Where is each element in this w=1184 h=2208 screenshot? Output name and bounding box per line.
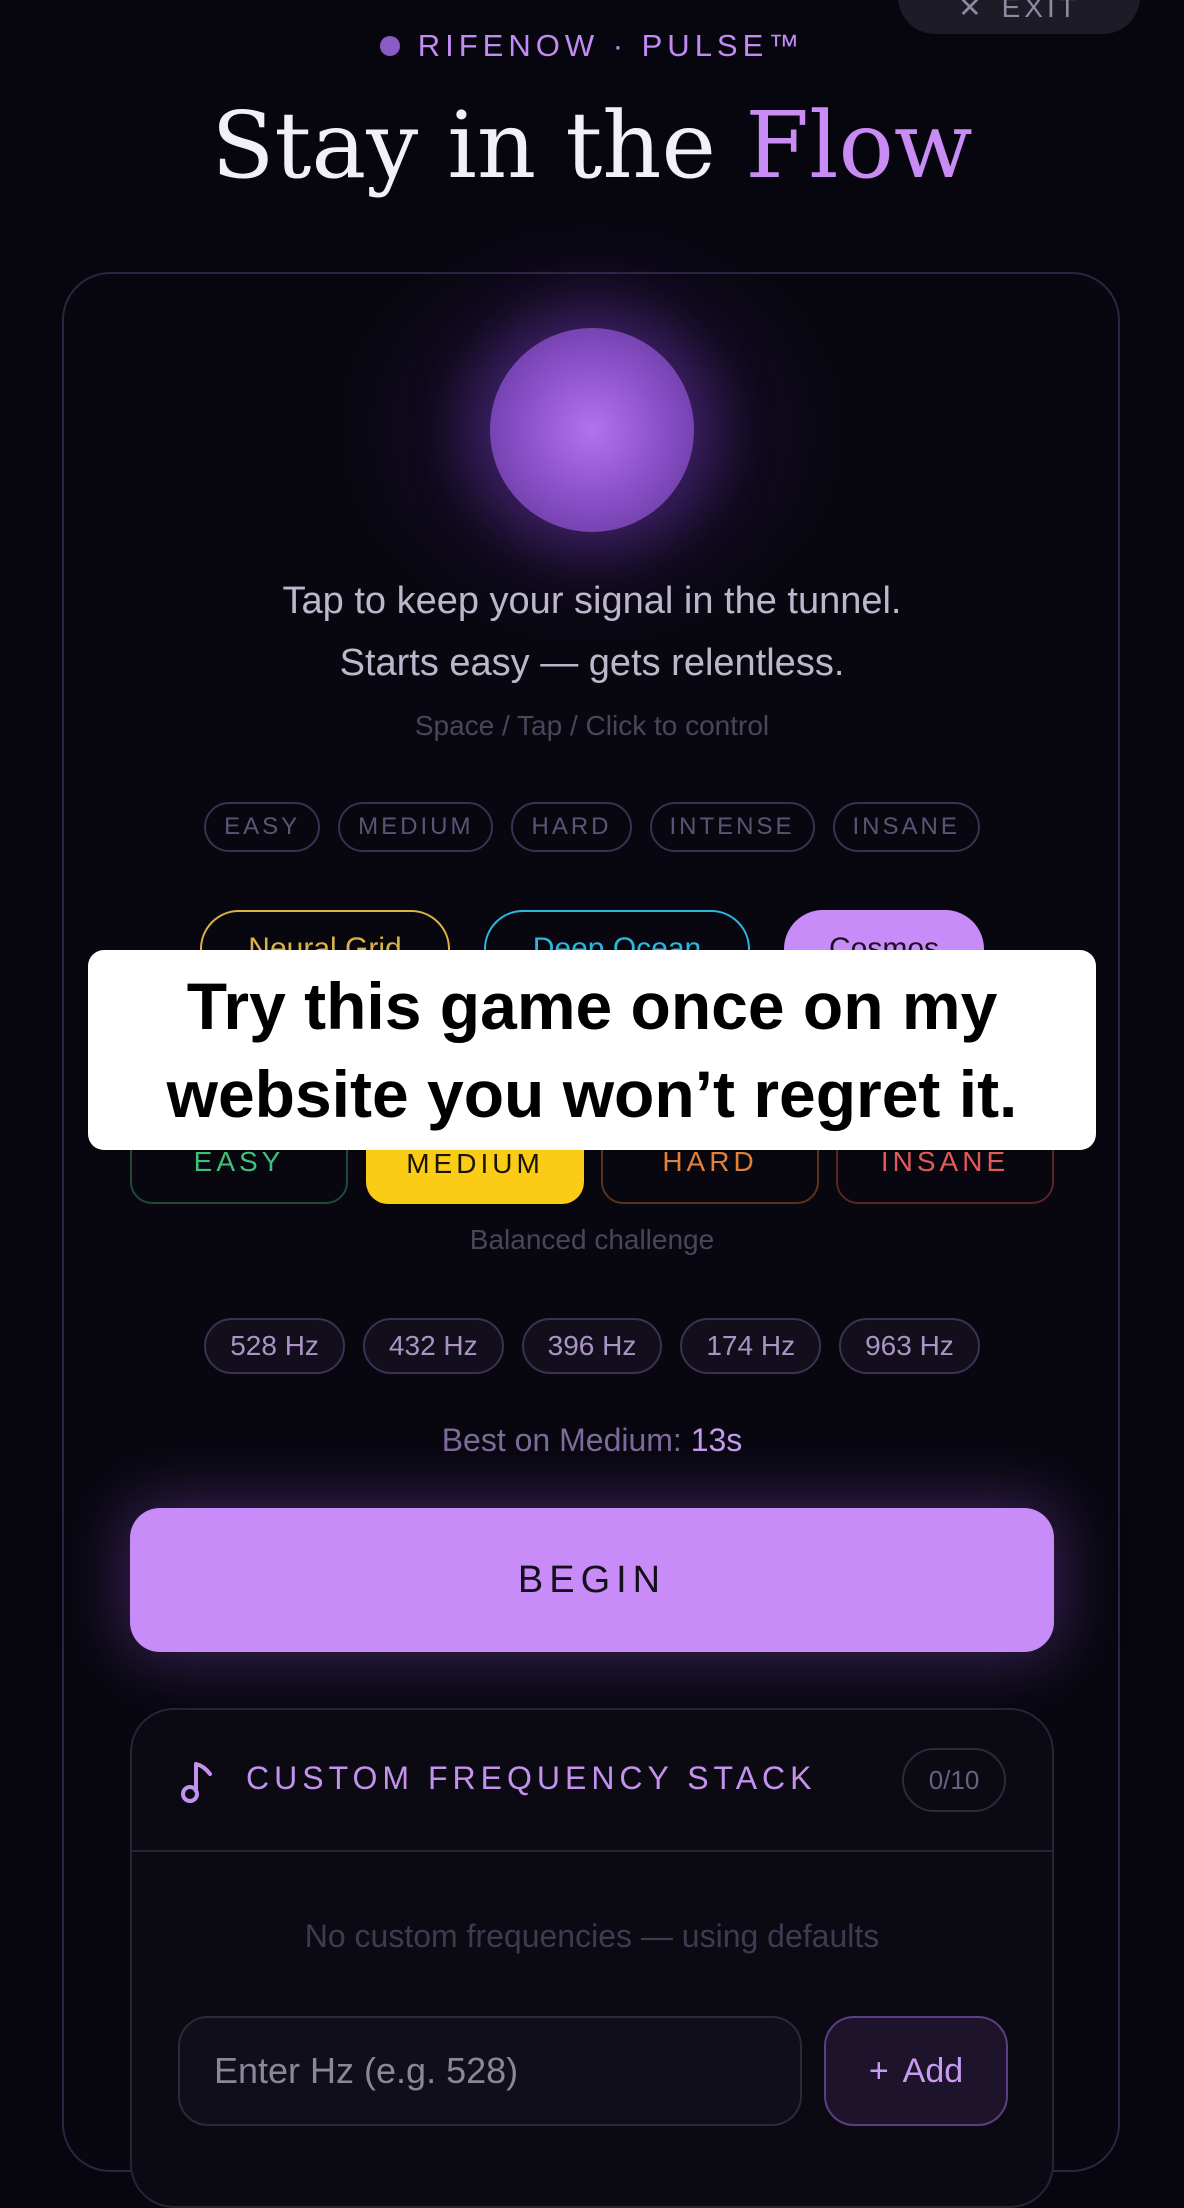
stack-count-badge: 0/10 [902,1748,1006,1812]
brand-label: RIFENOW · PULSE™ [0,28,1184,64]
tagline-line1: Tap to keep your signal in the tunnel. [282,580,902,622]
title-accent: Flow [745,92,973,199]
add-label: Add [902,2051,964,2090]
level-pill: INSANE [832,802,980,852]
plus-icon: + [868,2051,889,2090]
caption-overlay: Try this game once on my website you won… [88,950,1096,1150]
level-pill: HARD [511,802,632,852]
hz-input[interactable] [178,2016,802,2126]
begin-button[interactable]: BEGIN [130,1508,1054,1652]
best-value: 13s [690,1422,743,1458]
level-progression: EASY MEDIUM HARD INTENSE INSANE [0,802,1184,852]
music-note-icon [180,1760,216,1809]
frequency-chip[interactable]: 528 Hz [204,1318,345,1374]
level-pill: INTENSE [649,802,815,852]
frequency-presets: 528 Hz 432 Hz 396 Hz 174 Hz 963 Hz [0,1318,1184,1374]
brand-text: RIFENOW · PULSE™ [417,28,805,63]
frequency-chip[interactable]: 963 Hz [839,1318,980,1374]
signal-orb[interactable] [490,328,694,532]
title-main: Stay in the [211,92,746,199]
level-pill: MEDIUM [338,802,494,852]
tagline-line2: Starts easy — gets relentless. [339,642,845,684]
page-title: Stay in the Flow [0,92,1184,199]
stack-empty-message: No custom frequencies — using defaults [304,1918,880,1954]
stack-title: CUSTOM FREQUENCY STACK [246,1760,817,1796]
close-icon: ✕ [958,0,986,23]
best-score: Best on Medium: 13s [0,1422,1184,1459]
add-frequency-button[interactable]: + Add [824,2016,1008,2126]
control-hint: Space / Tap / Click to control [414,710,770,741]
best-label: Best on Medium: [441,1422,691,1458]
level-pill: EASY [204,802,321,852]
difficulty-description: Balanced challenge [469,1224,715,1255]
brand-dot-icon [379,36,400,56]
stack-header[interactable]: CUSTOM FREQUENCY STACK 0/10 [132,1710,1052,1852]
frequency-chip[interactable]: 396 Hz [521,1318,663,1374]
caption-text: Try this game once on my website you won… [166,969,1018,1131]
frequency-chip[interactable]: 432 Hz [362,1318,504,1374]
custom-frequency-stack: CUSTOM FREQUENCY STACK 0/10 No custom fr… [130,1708,1054,2208]
exit-label: EXIT [1001,0,1080,23]
frequency-chip[interactable]: 174 Hz [680,1318,822,1374]
